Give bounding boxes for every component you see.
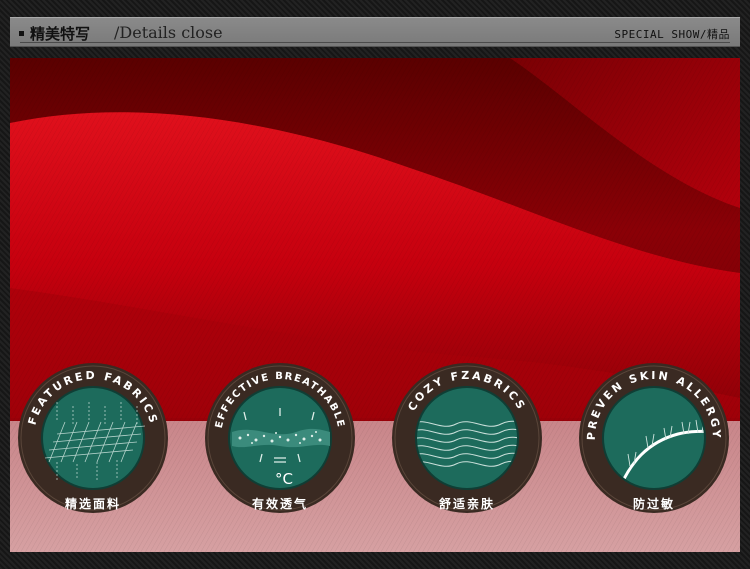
- badge-label-cn: 防过敏: [632, 497, 675, 511]
- header-right-label: SPECIAL SHOW/精品: [614, 28, 730, 41]
- badge-cozy-fabrics: COZY FZABRICS 舒适亲肤: [391, 362, 543, 514]
- header-title-cn: 精美特写: [30, 25, 91, 43]
- header-title-en: /Details close: [114, 23, 223, 42]
- header-divider: [20, 42, 730, 43]
- badge-label-cn: 精选面料: [64, 497, 121, 511]
- badge-prevent-skin-allergy: PREVEN SKIN ALLERGY 防过敏: [578, 362, 730, 514]
- badge-label-cn: 舒适亲肤: [438, 497, 495, 511]
- section-header: 精美特写 /Details close SPECIAL SHOW/精品: [10, 17, 740, 47]
- temperature-label: °C: [275, 470, 293, 488]
- header-bullet: [19, 31, 24, 36]
- badge-effective-breathable: EFFECTIVE BREATHABLE °C 有效透气: [204, 362, 356, 514]
- badge-featured-fabrics: FEATURED FABRICS 精选面料: [17, 362, 169, 514]
- badge-label-cn: 有效透气: [251, 497, 308, 511]
